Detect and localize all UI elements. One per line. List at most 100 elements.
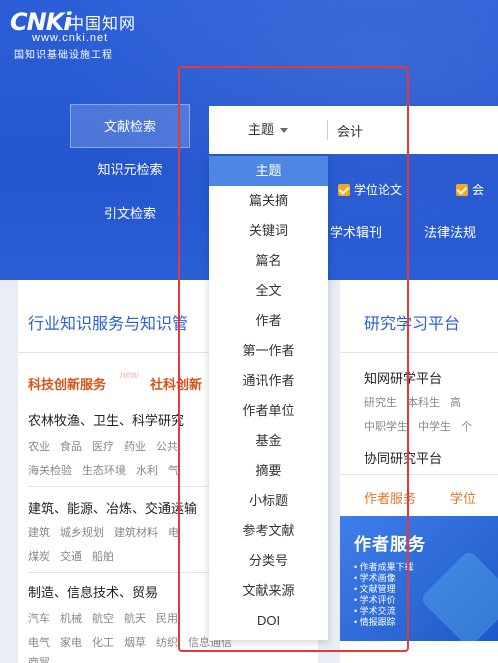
tag-link[interactable]: 水利	[136, 465, 158, 477]
author-service-link[interactable]: 作者服务	[364, 488, 416, 507]
dropdown-option-title-keyword-abstract[interactable]: 篇关摘	[209, 186, 328, 216]
tag-link[interactable]: 海关检验	[28, 465, 72, 477]
dropdown-option-doi[interactable]: DOI	[209, 606, 328, 636]
tag-link[interactable]: 本科生	[407, 397, 440, 409]
category-tags: 农业 食品 医疗 药业 公共	[28, 438, 188, 454]
author-service-banner[interactable]: 作者服务 作者成果下载 学术画像 文献管理 学术评价 学术交流 情报跟踪	[340, 516, 498, 641]
logo-subtitle: 国知识基础设施工程	[14, 50, 113, 61]
tech-innovation-service-link[interactable]: 科技创新服务	[28, 374, 106, 393]
dropdown-option-fund[interactable]: 基金	[209, 426, 328, 456]
divider	[340, 474, 498, 475]
category-tags: 建筑 城乡规划 建筑材料电	[28, 524, 189, 540]
category-title[interactable]: 农林牧渔、卫生、科学研究	[28, 410, 184, 429]
checkbox-conference-label: 会	[472, 183, 485, 197]
tag-link[interactable]: 电	[168, 527, 179, 539]
tag-link[interactable]: 气	[168, 465, 179, 477]
tag-link[interactable]: 纺织	[156, 637, 178, 649]
tag-link[interactable]: 航天	[124, 613, 146, 625]
tag-link[interactable]: 交通	[60, 551, 82, 563]
platform-link[interactable]: 知网研学平台	[364, 368, 442, 387]
tag-link[interactable]: 化工	[92, 637, 114, 649]
dropdown-option-keyword[interactable]: 关键词	[209, 216, 328, 246]
tag-link[interactable]: 生态环境	[82, 465, 126, 477]
tag-link[interactable]: 建筑	[28, 527, 50, 539]
tag-link[interactable]: 研究生	[364, 397, 397, 409]
tag-link[interactable]: 煤炭	[28, 551, 50, 563]
cnki-logo[interactable]: CNKi 中国知网 www.cnki.net 国知识基础设施工程	[0, 4, 160, 61]
logo-name-cn: 中国知网	[68, 14, 137, 33]
tag-link[interactable]: 汽车	[28, 613, 50, 625]
banner-item: 学术画像	[354, 573, 414, 584]
tag-link[interactable]: 药业	[124, 441, 146, 453]
tag-link[interactable]: 船舶	[92, 551, 114, 563]
category-tags: 汽车 机械 航空 航天 民用	[28, 610, 188, 626]
caret-down-icon	[280, 128, 288, 134]
dropdown-option-author[interactable]: 作者	[209, 306, 328, 336]
tag-link[interactable]: 电气	[28, 637, 50, 649]
checkbox-thesis[interactable]: 学位论文	[338, 181, 402, 198]
category-tags: 商贸	[28, 654, 60, 663]
tab-knowledge-element-search[interactable]: 知识元检索	[70, 148, 190, 192]
checkbox-thesis-label: 学位论文	[354, 183, 403, 197]
search-field-label: 主题	[247, 122, 274, 137]
dropdown-option-subject[interactable]: 主题	[209, 156, 328, 186]
search-divider	[327, 120, 328, 140]
dropdown-option-subtitle[interactable]: 小标题	[209, 486, 328, 516]
link-laws-regulations[interactable]: 法律法规	[424, 222, 476, 241]
tag-link[interactable]: 建筑材料	[114, 527, 158, 539]
category-title[interactable]: 建筑、能源、冶炼、交通运输	[28, 498, 197, 517]
banner-title: 作者服务	[354, 535, 426, 554]
checkbox-checked-icon	[338, 184, 350, 196]
dropdown-option-references[interactable]: 参考文献	[209, 516, 328, 546]
tag-link[interactable]: 高	[450, 397, 461, 409]
category-tags: 煤炭 交通 船舶	[28, 548, 124, 564]
banner-item: 作者成果下载	[354, 562, 414, 573]
search-bar: 主题	[209, 106, 498, 154]
dropdown-option-classification[interactable]: 分类号	[209, 546, 328, 576]
dropdown-option-abstract[interactable]: 摘要	[209, 456, 328, 486]
tag-link[interactable]: 机械	[60, 613, 82, 625]
banner-item: 学术评价	[354, 595, 414, 606]
tag-link[interactable]: 烟草	[124, 637, 146, 649]
tag-link[interactable]: 城乡规划	[60, 527, 104, 539]
tag-link[interactable]: 食品	[60, 441, 82, 453]
tag-link[interactable]: 农业	[28, 441, 50, 453]
platform-link[interactable]: 协同研究平台	[364, 448, 442, 467]
checkbox-conference[interactable]: 会	[456, 181, 484, 198]
banner-items: 作者成果下载 学术画像 文献管理 学术评价 学术交流 情报跟踪	[354, 562, 414, 628]
search-type-tabs: 文献检索 知识元检索 引文检索	[70, 104, 190, 236]
platform-tags: 研究生 本科生高	[364, 394, 471, 410]
tag-link[interactable]: 航空	[92, 613, 114, 625]
link-academic-collection[interactable]: 学术辑刊	[330, 222, 382, 241]
dropdown-option-corresponding-author[interactable]: 通讯作者	[209, 366, 328, 396]
platform-tags: 中职学生 中学生个	[364, 418, 482, 434]
divider	[340, 352, 498, 353]
search-input[interactable]	[337, 106, 497, 154]
search-field-select[interactable]: 主题	[209, 106, 327, 154]
new-badge: new	[120, 370, 139, 381]
panel-title-industry: 行业知识服务与知识管	[28, 316, 189, 333]
tag-link[interactable]: 家电	[60, 637, 82, 649]
tab-literature-search[interactable]: 文献检索	[70, 104, 190, 148]
tag-link[interactable]: 商贸	[28, 657, 50, 663]
dropdown-option-first-author[interactable]: 第一作者	[209, 336, 328, 366]
research-platform-panel: 研究学习平台 知网研学平台 研究生 本科生高 中职学生 中学生个 协同研究平台 作者…	[340, 280, 498, 663]
social-innovation-service-link[interactable]: 社科创新	[150, 374, 202, 393]
banner-item: 文献管理	[354, 584, 414, 595]
tag-link[interactable]: 医疗	[92, 441, 114, 453]
degree-service-link[interactable]: 学位	[450, 488, 476, 507]
dropdown-option-title[interactable]: 篇名	[209, 246, 328, 276]
dropdown-option-author-affiliation[interactable]: 作者单位	[209, 396, 328, 426]
dropdown-option-full-text[interactable]: 全文	[209, 276, 328, 306]
tag-link[interactable]: 公共	[156, 441, 178, 453]
logo-url: www.cnki.net	[32, 32, 109, 44]
checkbox-checked-icon	[456, 184, 468, 196]
tag-link[interactable]: 个	[461, 421, 472, 433]
tag-link[interactable]: 中职学生	[364, 421, 408, 433]
dropdown-option-source[interactable]: 文献来源	[209, 576, 328, 606]
tag-link[interactable]: 民用	[156, 613, 178, 625]
tag-link[interactable]: 中学生	[418, 421, 451, 433]
banner-item: 情报跟踪	[354, 617, 414, 628]
tab-citation-search[interactable]: 引文检索	[70, 192, 190, 236]
category-title[interactable]: 制造、信息技术、贸易	[28, 582, 158, 601]
